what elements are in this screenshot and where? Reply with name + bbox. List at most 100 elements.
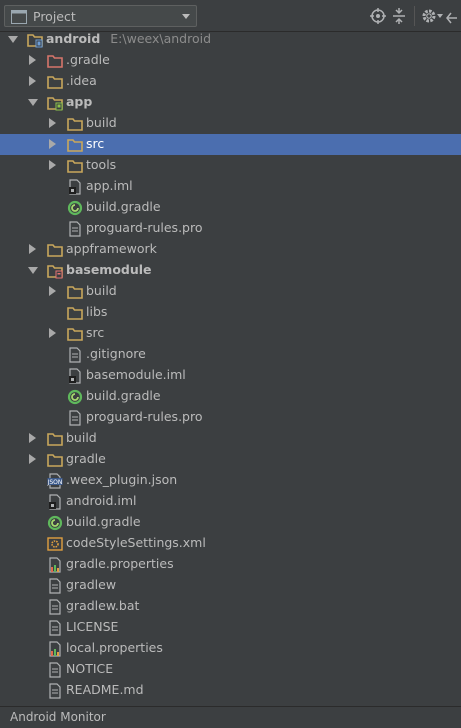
tree-item-label: .gitignore	[86, 346, 146, 361]
expand-arrow-down-icon[interactable]	[28, 267, 38, 274]
tree-item-label: .gradle	[66, 52, 110, 67]
tree-item-label: tools	[86, 157, 117, 172]
json-file-icon: JSON	[47, 473, 63, 489]
expand-arrow-right-icon[interactable]	[29, 76, 36, 86]
folder-icon	[67, 286, 83, 299]
text-file-icon	[69, 347, 81, 363]
text-file-icon	[49, 683, 61, 699]
xml-settings-icon	[47, 537, 63, 551]
gradle-icon	[47, 515, 63, 531]
toolbar-separator	[414, 6, 415, 26]
tree-item-label: basemodule.iml	[86, 367, 186, 382]
folder-icon	[47, 433, 63, 446]
bottom-tool-bar: Android Monitor	[0, 706, 461, 728]
text-file-icon	[49, 662, 61, 678]
properties-file-icon	[49, 557, 61, 573]
tree-item-label: NOTICE	[66, 661, 114, 676]
svg-text:JSON: JSON	[47, 479, 62, 486]
tree-row[interactable]: build	[0, 113, 461, 134]
hide-icon[interactable]	[445, 8, 461, 24]
tree-row[interactable]: app	[0, 92, 461, 113]
project-path: E:\weex\android	[110, 31, 212, 46]
tree-item-label: LICENSE	[66, 619, 119, 634]
tree-item-label: app.iml	[86, 178, 133, 193]
tree-item-label: src	[86, 136, 105, 151]
chevron-down-icon[interactable]	[182, 14, 190, 19]
folder-icon	[67, 328, 83, 341]
gear-icon[interactable]	[421, 8, 437, 24]
tree-item-label: local.properties	[66, 640, 163, 655]
folder-icon	[67, 307, 83, 320]
tree-row[interactable]: gradlew	[0, 575, 461, 596]
tree-row[interactable]: gradle.properties	[0, 554, 461, 575]
excluded-folder-icon	[47, 55, 63, 68]
tree-row[interactable]: README.md	[0, 680, 461, 701]
tree-row[interactable]: basemodule	[0, 260, 461, 281]
expand-arrow-down-icon[interactable]	[28, 99, 38, 106]
expand-arrow-right-icon[interactable]	[29, 244, 36, 254]
tree-row[interactable]: .gitignore	[0, 344, 461, 365]
text-file-icon	[69, 410, 81, 426]
tree-row[interactable]: build.gradle	[0, 197, 461, 218]
tree-row[interactable]: codeStyleSettings.xml	[0, 533, 461, 554]
collapse-all-icon[interactable]	[391, 8, 407, 24]
tree-item-label: gradlew.bat	[66, 598, 140, 613]
tree-item-label: proguard-rules.pro	[86, 409, 203, 424]
gear-dropdown-icon[interactable]	[437, 14, 443, 18]
text-file-icon	[49, 620, 61, 636]
tree-row[interactable]: build.gradle	[0, 386, 461, 407]
expand-arrow-right-icon[interactable]	[49, 160, 56, 170]
tree-row[interactable]: NOTICE	[0, 659, 461, 680]
expand-arrow-right-icon[interactable]	[49, 118, 56, 128]
tree-row[interactable]: .idea	[0, 71, 461, 92]
iml-file-icon	[49, 494, 61, 510]
tree-row[interactable]: proguard-rules.pro	[0, 218, 461, 239]
tree-row[interactable]: local.properties	[0, 638, 461, 659]
tree-row[interactable]: libs	[0, 302, 461, 323]
tree-row[interactable]: app.iml	[0, 176, 461, 197]
expand-arrow-right-icon[interactable]	[49, 286, 56, 296]
tree-item-label: android.iml	[66, 493, 137, 508]
tree-item-label: build.gradle	[86, 199, 161, 214]
tree-row[interactable]: src	[0, 323, 461, 344]
tree-row[interactable]: proguard-rules.pro	[0, 407, 461, 428]
tree-item-label: android E:\weex\android	[46, 31, 212, 46]
tree-row[interactable]: gradle	[0, 449, 461, 470]
tree-row[interactable]: tools	[0, 155, 461, 176]
android-monitor-tab[interactable]: Android Monitor	[10, 710, 106, 724]
expand-arrow-down-icon[interactable]	[8, 36, 18, 43]
tree-row[interactable]: build	[0, 428, 461, 449]
text-file-icon	[49, 599, 61, 615]
project-view-selector[interactable]: Project	[4, 5, 197, 27]
tree-item-label: build.gradle	[66, 514, 141, 529]
tree-item-label: src	[86, 325, 105, 340]
tree-item-label: app	[66, 94, 93, 109]
tree-item-label: build	[66, 430, 97, 445]
tree-row[interactable]: appframework	[0, 239, 461, 260]
tree-row[interactable]: basemodule.iml	[0, 365, 461, 386]
tree-item-label: gradlew	[66, 577, 117, 592]
project-view-label: Project	[33, 9, 76, 24]
tree-row[interactable]: gradlew.bat	[0, 596, 461, 617]
iml-file-icon	[69, 179, 81, 195]
target-icon[interactable]	[370, 8, 386, 24]
expand-arrow-right-icon[interactable]	[49, 328, 56, 338]
expand-arrow-right-icon[interactable]	[29, 55, 36, 65]
expand-arrow-right-icon[interactable]	[49, 139, 56, 149]
tree-item-label: README.md	[66, 682, 144, 697]
project-icon	[11, 10, 27, 24]
tree-row[interactable]: build.gradle	[0, 512, 461, 533]
tree-row[interactable]: build	[0, 281, 461, 302]
tree-item-label: .idea	[66, 73, 97, 88]
expand-arrow-right-icon[interactable]	[29, 433, 36, 443]
tree-item-label: .weex_plugin.json	[66, 472, 178, 487]
tree-row[interactable]: android.iml	[0, 491, 461, 512]
properties-file-icon	[49, 641, 61, 657]
tree-row[interactable]: JSON .weex_plugin.json	[0, 470, 461, 491]
tree-item-label: proguard-rules.pro	[86, 220, 203, 235]
tree-row[interactable]: LICENSE	[0, 617, 461, 638]
tree-row[interactable]: android E:\weex\android	[0, 29, 461, 50]
tree-row[interactable]: src	[0, 134, 461, 155]
tree-row[interactable]: .gradle	[0, 50, 461, 71]
expand-arrow-right-icon[interactable]	[29, 454, 36, 464]
